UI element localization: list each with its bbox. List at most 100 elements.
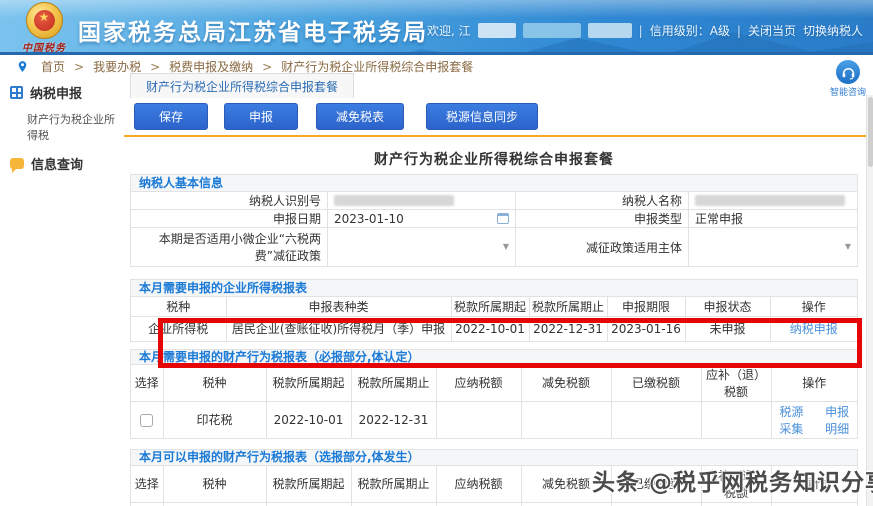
tab-underline xyxy=(124,135,873,137)
declare-type-label: 申报类型 xyxy=(516,210,689,227)
main-area: 财产行为税企业所得税综合申报套餐 保存 申报 减免税表 税源信息同步 财产行为税… xyxy=(120,73,873,506)
col-header: 操作 xyxy=(770,297,857,317)
col-header: 税款所属期起 xyxy=(451,297,530,317)
declare-date-field[interactable]: 2023-01-10 xyxy=(328,210,516,227)
form-row: 纳税人识别号 纳税人名称 xyxy=(131,192,857,210)
reduce-tax-form-button[interactable]: 减免税表 xyxy=(316,103,404,130)
required-table: 选择 税种 税款所属期起 税款所属期止 应纳税额 减免税额 已缴税额 应补（退）… xyxy=(131,364,857,438)
top-banner: 中国税务 国家税务总局江苏省电子税务局 欢迎, 江 | 信用级别：A级 | 关闭… xyxy=(0,0,873,55)
period-end-cell xyxy=(351,502,437,506)
deadline-cell: 2023-01-16 xyxy=(607,316,686,341)
tax-declare-link[interactable]: 纳税申报 xyxy=(790,322,838,336)
switch-taxpayer-link[interactable]: 切换纳税人 xyxy=(803,22,863,39)
table-header-row: 选择 税种 税款所属期起 税款所属期止 应纳税额 减免税额 已缴税额 应补（退）… xyxy=(131,364,857,402)
taxpayer-id-value xyxy=(328,192,516,209)
taxpayer-name-label: 纳税人名称 xyxy=(516,192,689,209)
redacted-value xyxy=(334,195,454,206)
col-header: 税款所属期止 xyxy=(529,297,608,317)
col-header: 减免税额 xyxy=(521,364,612,402)
col-header: 税款所属期起 xyxy=(266,465,352,503)
smart-consult-label: 智能咨询 xyxy=(829,88,866,98)
table-header-row: 税种 申报表种类 税款所属期起 税款所属期止 申报期限 申报状态 操作 xyxy=(131,297,857,317)
section-title-required: 本月需要申报的财产行为税报表（必报部分,体认定） xyxy=(131,349,857,365)
location-pin-icon xyxy=(18,61,27,72)
sidebar-item-info-query[interactable]: 信息查询 xyxy=(0,149,120,178)
period-start-cell xyxy=(266,502,352,506)
col-header: 已缴税额 xyxy=(611,364,702,402)
site-title: 国家税务总局江苏省电子税务局 xyxy=(78,20,428,46)
declare-type-value: 正常申报 xyxy=(695,212,744,226)
headset-icon xyxy=(836,60,860,84)
period-start-cell: 2022-10-01 xyxy=(266,401,352,438)
declare-detail-link[interactable]: 申报明细 xyxy=(819,403,855,437)
policy-subject-label: 减征政策适用主体 xyxy=(516,228,689,266)
form-row: 本期是否适用小微企业“六税两费”减征政策 ▼ 减征政策适用主体 ▼ xyxy=(131,228,857,266)
col-header: 税款所属期起 xyxy=(266,364,352,402)
income-tax-panel: 本月需要申报的企业所得税报表 税种 申报表种类 税款所属期起 税款所属期止 申报… xyxy=(130,279,858,342)
welcome-text: 欢迎, 江 xyxy=(427,24,471,38)
redacted-username xyxy=(522,23,581,38)
toolbar: 保存 申报 减免税表 税源信息同步 xyxy=(134,103,873,130)
sidebar-item-label: 纳税申报 xyxy=(30,87,83,102)
declare-button[interactable]: 申报 xyxy=(224,103,298,130)
col-header: 操作 xyxy=(771,364,857,402)
period-start-cell: 2022-10-01 xyxy=(451,316,530,341)
section-title-income-tax: 本月需要申报的企业所得税报表 xyxy=(131,280,857,297)
col-header: 应纳税额 xyxy=(436,364,522,402)
tab-declare-package[interactable]: 财产行为税企业所得税综合申报套餐 xyxy=(130,73,355,98)
micro-policy-select[interactable]: ▼ xyxy=(328,228,516,266)
divider: | xyxy=(736,23,741,38)
col-header: 申报期限 xyxy=(607,297,686,317)
row-checkbox[interactable] xyxy=(140,413,154,427)
close-page-link[interactable]: 关闭当页 xyxy=(748,22,796,39)
tax-type-cell: 印花税 xyxy=(163,401,267,438)
redacted-username xyxy=(477,23,516,38)
col-header: 选择 xyxy=(131,364,164,402)
policy-subject-select[interactable]: ▼ xyxy=(689,228,857,266)
taxpayer-id-label: 纳税人识别号 xyxy=(131,192,328,209)
save-button[interactable]: 保存 xyxy=(134,103,208,130)
tax-source-sync-button[interactable]: 税源信息同步 xyxy=(426,103,538,130)
credit-rating: 信用级别：A级 xyxy=(649,24,730,38)
col-header: 税种 xyxy=(163,364,267,402)
breadcrumb-item-home[interactable]: 首页 xyxy=(41,58,65,75)
divider: | xyxy=(638,23,643,38)
content: 财产行为税企业所得税综合申报套餐 纳税人基本信息 纳税人识别号 纳税人名称 申报… xyxy=(120,149,873,506)
national-emblem-icon xyxy=(25,2,63,39)
breadcrumb-separator: > xyxy=(150,59,161,74)
sidebar-item-property-tax[interactable]: 财产行为税企业所得税 xyxy=(0,107,120,149)
redacted-value xyxy=(695,195,845,206)
chevron-down-icon[interactable]: ▼ xyxy=(845,242,851,251)
watermark: 头条 @税乎网税务知识分享 xyxy=(592,470,873,496)
table-row: 印花税（按次） 税源采集 申报明细 xyxy=(131,502,857,506)
col-header: 应纳税额 xyxy=(436,465,522,503)
redacted-username xyxy=(587,23,632,38)
col-header: 税款所属期止 xyxy=(351,364,437,402)
period-end-cell: 2022-12-31 xyxy=(351,401,437,438)
table-row-stamp-tax: 印花税 2022-10-01 2022-12-31 税源采集 申报明细 xyxy=(131,401,857,438)
vertical-scrollbar[interactable] xyxy=(866,95,873,506)
page: 中国税务 国家税务总局江苏省电子税务局 欢迎, 江 | 信用级别：A级 | 关闭… xyxy=(0,0,873,506)
tax-source-collect-link[interactable]: 税源采集 xyxy=(774,403,810,437)
col-header: 申报表种类 xyxy=(226,297,452,317)
col-header: 应补（退）税额 xyxy=(701,364,772,402)
grid-icon xyxy=(10,86,23,99)
taxpayer-name-value xyxy=(689,192,857,209)
sidebar-item-tax-declare[interactable]: 纳税申报 xyxy=(0,78,120,107)
income-tax-table: 税种 申报表种类 税款所属期起 税款所属期止 申报期限 申报状态 操作 企业所得… xyxy=(131,297,857,341)
section-title-basic-info: 纳税人基本信息 xyxy=(131,175,857,192)
calendar-icon[interactable] xyxy=(497,212,509,224)
status-cell: 未申报 xyxy=(685,316,771,341)
tax-bureau-logo: 中国税务 xyxy=(22,2,66,52)
tax-type-cell: 企业所得税 xyxy=(131,316,227,341)
chevron-down-icon[interactable]: ▼ xyxy=(503,242,509,251)
smart-consult-widget[interactable]: 智能咨询 xyxy=(827,60,869,98)
breadcrumb-separator: > xyxy=(262,59,273,74)
tax-type-cell: 印花税（按次） xyxy=(163,502,267,506)
micro-policy-label: 本期是否适用小微企业“六税两费”减征政策 xyxy=(131,228,328,266)
period-end-cell: 2022-12-31 xyxy=(529,316,608,341)
page-title: 财产行为税企业所得税综合申报套餐 xyxy=(374,152,614,168)
scrollbar-thumb[interactable] xyxy=(867,97,873,167)
form-row: 申报日期 2023-01-10 申报类型 正常申报 xyxy=(131,210,857,228)
chat-bubble-icon xyxy=(10,158,24,173)
